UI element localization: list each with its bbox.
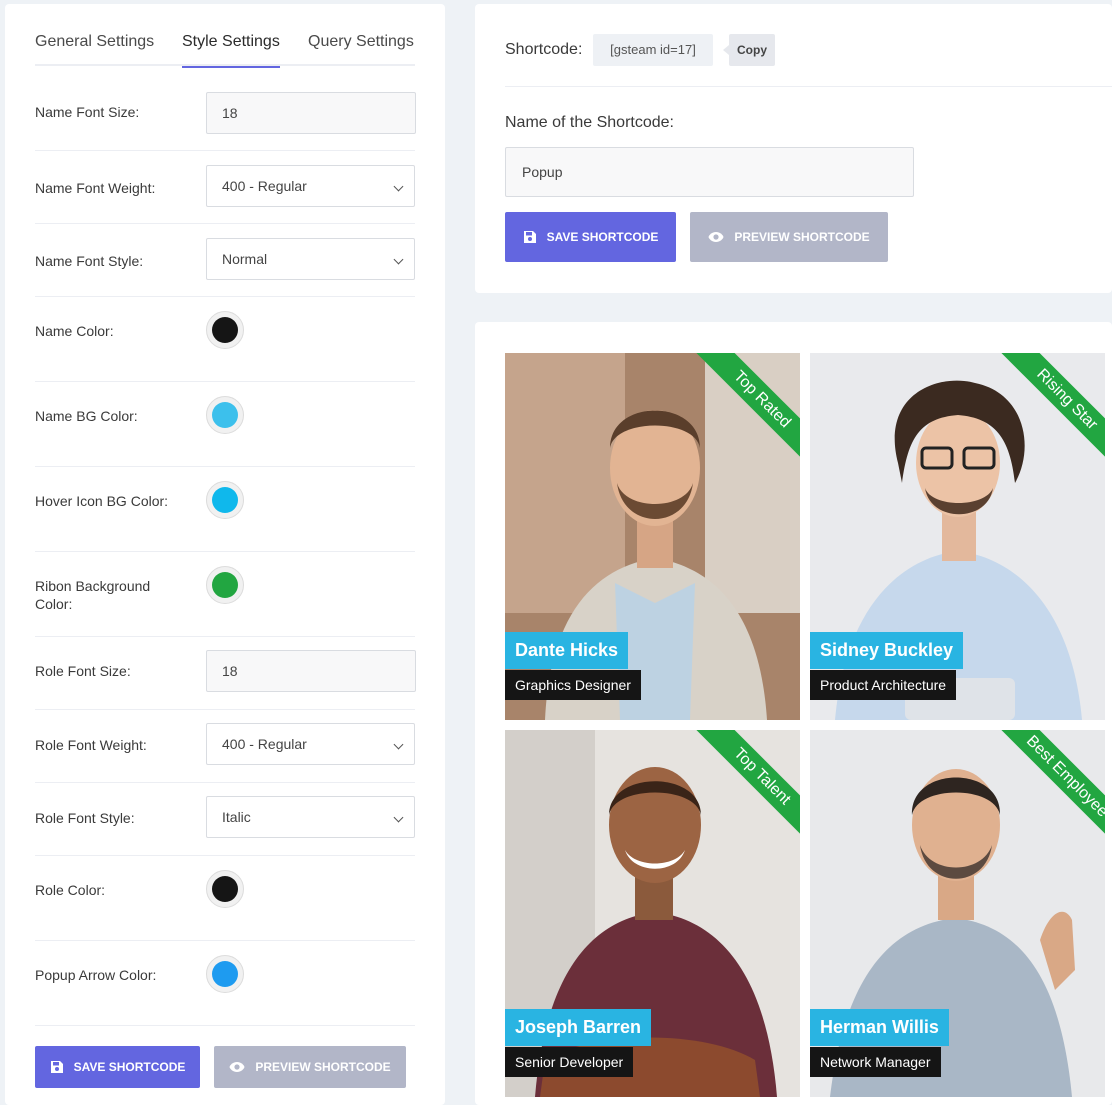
member-name: Dante Hicks bbox=[505, 632, 629, 669]
role-font-weight-select[interactable]: 400 - Regular bbox=[206, 723, 415, 765]
color-swatch bbox=[212, 876, 238, 902]
role-font-size-label: Role Font Size: bbox=[35, 663, 131, 679]
popup-arrow-color-picker[interactable] bbox=[206, 955, 244, 993]
settings-tabs: General Settings Style Settings Query Se… bbox=[35, 33, 415, 68]
member-role: Product Architecture bbox=[810, 670, 957, 700]
team-member-card[interactable]: Top Rated Dante Hicks Graphics Designer bbox=[505, 353, 800, 720]
save-button-label: SAVE SHORTCODE bbox=[73, 1060, 186, 1074]
role-color-label: Role Color: bbox=[35, 882, 106, 898]
chevron-down-icon bbox=[393, 739, 404, 750]
tab-query-settings[interactable]: Query Settings bbox=[308, 33, 414, 66]
save-shortcode-button[interactable]: SAVE SHORTCODE bbox=[35, 1046, 200, 1088]
tab-style-settings[interactable]: Style Settings bbox=[182, 33, 280, 68]
shortcode-value: [gsteam id=17] bbox=[593, 34, 713, 66]
team-member-card[interactable]: Top Talent Joseph Barren Senior Develope… bbox=[505, 730, 800, 1097]
name-font-weight-value: 400 - Regular bbox=[222, 178, 307, 194]
role-font-weight-label: Role Font Weight: bbox=[35, 737, 147, 753]
shortcode-name-input[interactable]: Popup bbox=[505, 147, 914, 197]
color-swatch bbox=[212, 402, 238, 428]
setting-row-popup-arrow-color: Popup Arrow Color: bbox=[35, 941, 415, 1026]
hover-icon-bg-color-picker[interactable] bbox=[206, 481, 244, 519]
role-font-weight-value: 400 - Regular bbox=[222, 736, 307, 752]
role-color-picker[interactable] bbox=[206, 870, 244, 908]
hover-icon-bg-color-label: Hover Icon BG Color: bbox=[35, 493, 169, 509]
name-font-style-value: Normal bbox=[222, 251, 268, 267]
name-bg-color-label: Name BG Color: bbox=[35, 408, 138, 424]
setting-row-name-font-size: Name Font Size: 18 bbox=[35, 89, 416, 151]
popup-arrow-color-label: Popup Arrow Color: bbox=[35, 967, 157, 983]
copy-button[interactable]: Copy bbox=[723, 34, 775, 66]
save-icon bbox=[50, 1061, 63, 1073]
setting-row-role-font-weight: Role Font Weight: 400 - Regular bbox=[35, 710, 415, 783]
save-shortcode-button[interactable]: SAVE SHORTCODE bbox=[505, 212, 676, 262]
preview-shortcode-button[interactable]: PREVIEW SHORTCODE bbox=[214, 1046, 406, 1088]
setting-row-name-bg-color: Name BG Color: bbox=[35, 382, 415, 467]
preview-shortcode-button[interactable]: PREVIEW SHORTCODE bbox=[690, 212, 888, 262]
ribbon: Top Rated bbox=[685, 353, 800, 468]
name-font-weight-label: Name Font Weight: bbox=[35, 180, 156, 196]
role-font-size-input[interactable]: 18 bbox=[206, 650, 416, 692]
role-font-style-select[interactable]: Italic bbox=[206, 796, 415, 838]
color-swatch bbox=[212, 317, 238, 343]
team-member-card[interactable]: Best Employee Herman Willis Network Mana… bbox=[810, 730, 1105, 1097]
color-swatch bbox=[212, 487, 238, 513]
setting-row-role-font-style: Role Font Style: Italic bbox=[35, 783, 415, 856]
chevron-down-icon bbox=[393, 181, 404, 192]
ribbon: Best Employee bbox=[990, 730, 1105, 845]
ribbon-label: Rising Star bbox=[997, 353, 1105, 468]
name-color-picker[interactable] bbox=[206, 311, 244, 349]
name-font-size-label: Name Font Size: bbox=[35, 104, 140, 120]
setting-row-role-color: Role Color: bbox=[35, 856, 415, 941]
preview-button-label: PREVIEW SHORTCODE bbox=[734, 230, 870, 244]
member-role: Senior Developer bbox=[505, 1047, 634, 1077]
chevron-down-icon bbox=[393, 254, 404, 265]
save-button-label: SAVE SHORTCODE bbox=[546, 230, 659, 244]
color-swatch bbox=[212, 572, 238, 598]
eye-icon bbox=[229, 1062, 245, 1072]
shortcode-label: Shortcode: bbox=[505, 41, 583, 58]
setting-row-name-font-style: Name Font Style: Normal bbox=[35, 224, 415, 297]
shortcode-panel: Shortcode: [gsteam id=17] Copy Name of t… bbox=[475, 4, 1112, 293]
ribbon-label: Top Talent bbox=[692, 730, 800, 845]
color-swatch bbox=[212, 961, 238, 987]
name-font-size-input[interactable]: 18 bbox=[206, 92, 416, 134]
ribbon-bg-color-label: Ribon Background Color: bbox=[35, 578, 151, 612]
tab-general-settings[interactable]: General Settings bbox=[35, 33, 154, 66]
eye-icon bbox=[708, 232, 724, 242]
ribbon: Rising Star bbox=[990, 353, 1105, 468]
member-role: Graphics Designer bbox=[505, 670, 641, 700]
setting-row-role-font-size: Role Font Size: 18 bbox=[35, 637, 416, 710]
ribbon-label: Top Rated bbox=[692, 353, 800, 468]
member-role: Network Manager bbox=[810, 1047, 941, 1077]
member-name: Sidney Buckley bbox=[810, 632, 964, 669]
preview-button-label: PREVIEW SHORTCODE bbox=[255, 1060, 391, 1074]
setting-row-name-font-weight: Name Font Weight: 400 - Regular bbox=[35, 151, 415, 224]
team-member-card[interactable]: Rising Star Sidney Buckley Product Archi… bbox=[810, 353, 1105, 720]
setting-row-ribbon-bg-color: Ribon Background Color: bbox=[35, 552, 415, 637]
role-font-style-value: Italic bbox=[222, 809, 251, 825]
name-font-style-select[interactable]: Normal bbox=[206, 238, 415, 280]
ribbon: Top Talent bbox=[685, 730, 800, 845]
name-color-label: Name Color: bbox=[35, 323, 114, 339]
save-icon bbox=[523, 231, 536, 243]
setting-row-name-color: Name Color: bbox=[35, 297, 415, 382]
chevron-down-icon bbox=[393, 812, 404, 823]
settings-panel: General Settings Style Settings Query Se… bbox=[5, 4, 445, 1105]
name-bg-color-picker[interactable] bbox=[206, 396, 244, 434]
ribbon-bg-color-picker[interactable] bbox=[206, 566, 244, 604]
member-name: Herman Willis bbox=[810, 1009, 949, 1046]
team-preview-panel: Top Rated Dante Hicks Graphics Designer … bbox=[475, 322, 1112, 1105]
role-font-style-label: Role Font Style: bbox=[35, 810, 135, 826]
divider bbox=[505, 86, 1112, 87]
name-font-style-label: Name Font Style: bbox=[35, 253, 144, 269]
name-font-weight-select[interactable]: 400 - Regular bbox=[206, 165, 415, 207]
setting-row-hover-icon-bg-color: Hover Icon BG Color: bbox=[35, 467, 415, 552]
shortcode-name-label: Name of the Shortcode: bbox=[505, 114, 674, 131]
member-name: Joseph Barren bbox=[505, 1009, 652, 1046]
ribbon-label: Best Employee bbox=[997, 730, 1105, 845]
